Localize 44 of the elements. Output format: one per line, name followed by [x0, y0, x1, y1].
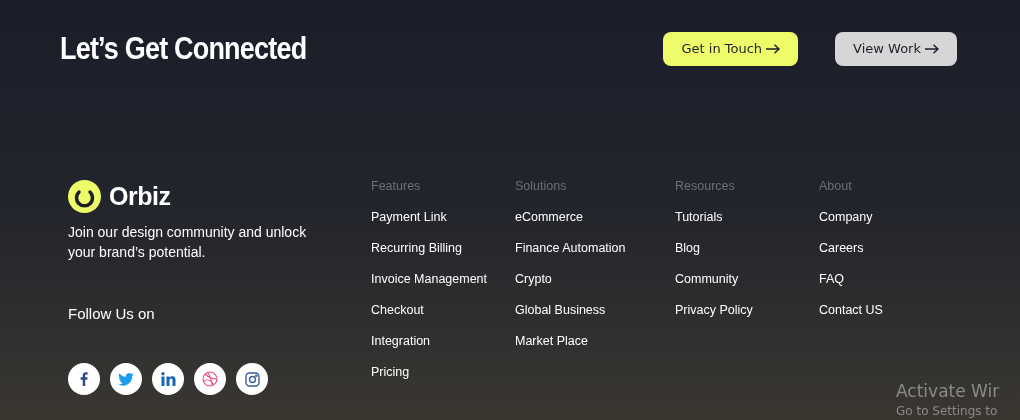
cta-button[interactable]: View Work [835, 32, 957, 66]
linkedin-icon [160, 372, 176, 386]
footer-link[interactable]: Community [675, 271, 819, 287]
brand-name: Orbiz [109, 181, 171, 212]
facebook-icon [80, 372, 88, 386]
instagram-icon [244, 371, 260, 387]
footer-link[interactable]: Blog [675, 240, 819, 256]
footer-link[interactable]: Privacy Policy [675, 302, 819, 318]
arrow-right-icon [925, 44, 939, 54]
footer-link[interactable]: FAQ [819, 271, 963, 287]
footer-link[interactable]: Market Place [515, 333, 675, 349]
footer-link[interactable]: Checkout [371, 302, 515, 318]
footer-link[interactable]: Payment Link [371, 209, 515, 225]
footer-link[interactable]: Pricing [371, 364, 515, 380]
footer-link[interactable]: Crypto [515, 271, 675, 287]
activation-title: Activate Wir [896, 380, 1000, 402]
column-heading: Features [371, 178, 422, 194]
logo-icon [68, 180, 101, 214]
social-link[interactable] [68, 363, 100, 395]
tagline: Join our design community and unlock your brand’s potential. [68, 222, 308, 262]
twitter-icon [118, 372, 134, 386]
activation-subtitle: Go to Settings to [896, 403, 999, 420]
cta-button[interactable]: Get in Touch [663, 32, 799, 66]
follow-label: Follow Us on [68, 303, 156, 324]
footer-link[interactable]: Recurring Billing [371, 240, 515, 256]
footer-link[interactable]: Tutorials [675, 209, 819, 225]
column-heading: About [819, 178, 853, 194]
footer-link[interactable]: Invoice Management [371, 271, 515, 287]
footer-link[interactable]: Global Business [515, 302, 675, 318]
social-link[interactable] [236, 363, 268, 395]
footer-link[interactable]: Company [819, 209, 963, 225]
social-link[interactable] [152, 363, 184, 395]
footer-link[interactable]: Contact US [819, 302, 963, 318]
column-heading: Solutions [515, 178, 568, 194]
footer-link[interactable]: eCommerce [515, 209, 675, 225]
social-link[interactable] [110, 363, 142, 395]
arrow-right-icon [766, 44, 781, 54]
column-heading: Resources [675, 178, 736, 194]
footer-link[interactable]: Finance Automation [515, 240, 675, 256]
dribbble-icon [202, 371, 218, 387]
page-heading: Let’s Get Connected [60, 30, 307, 68]
footer-link[interactable]: Careers [819, 240, 963, 256]
footer-link[interactable]: Integration [371, 333, 515, 349]
social-link[interactable] [194, 363, 226, 395]
